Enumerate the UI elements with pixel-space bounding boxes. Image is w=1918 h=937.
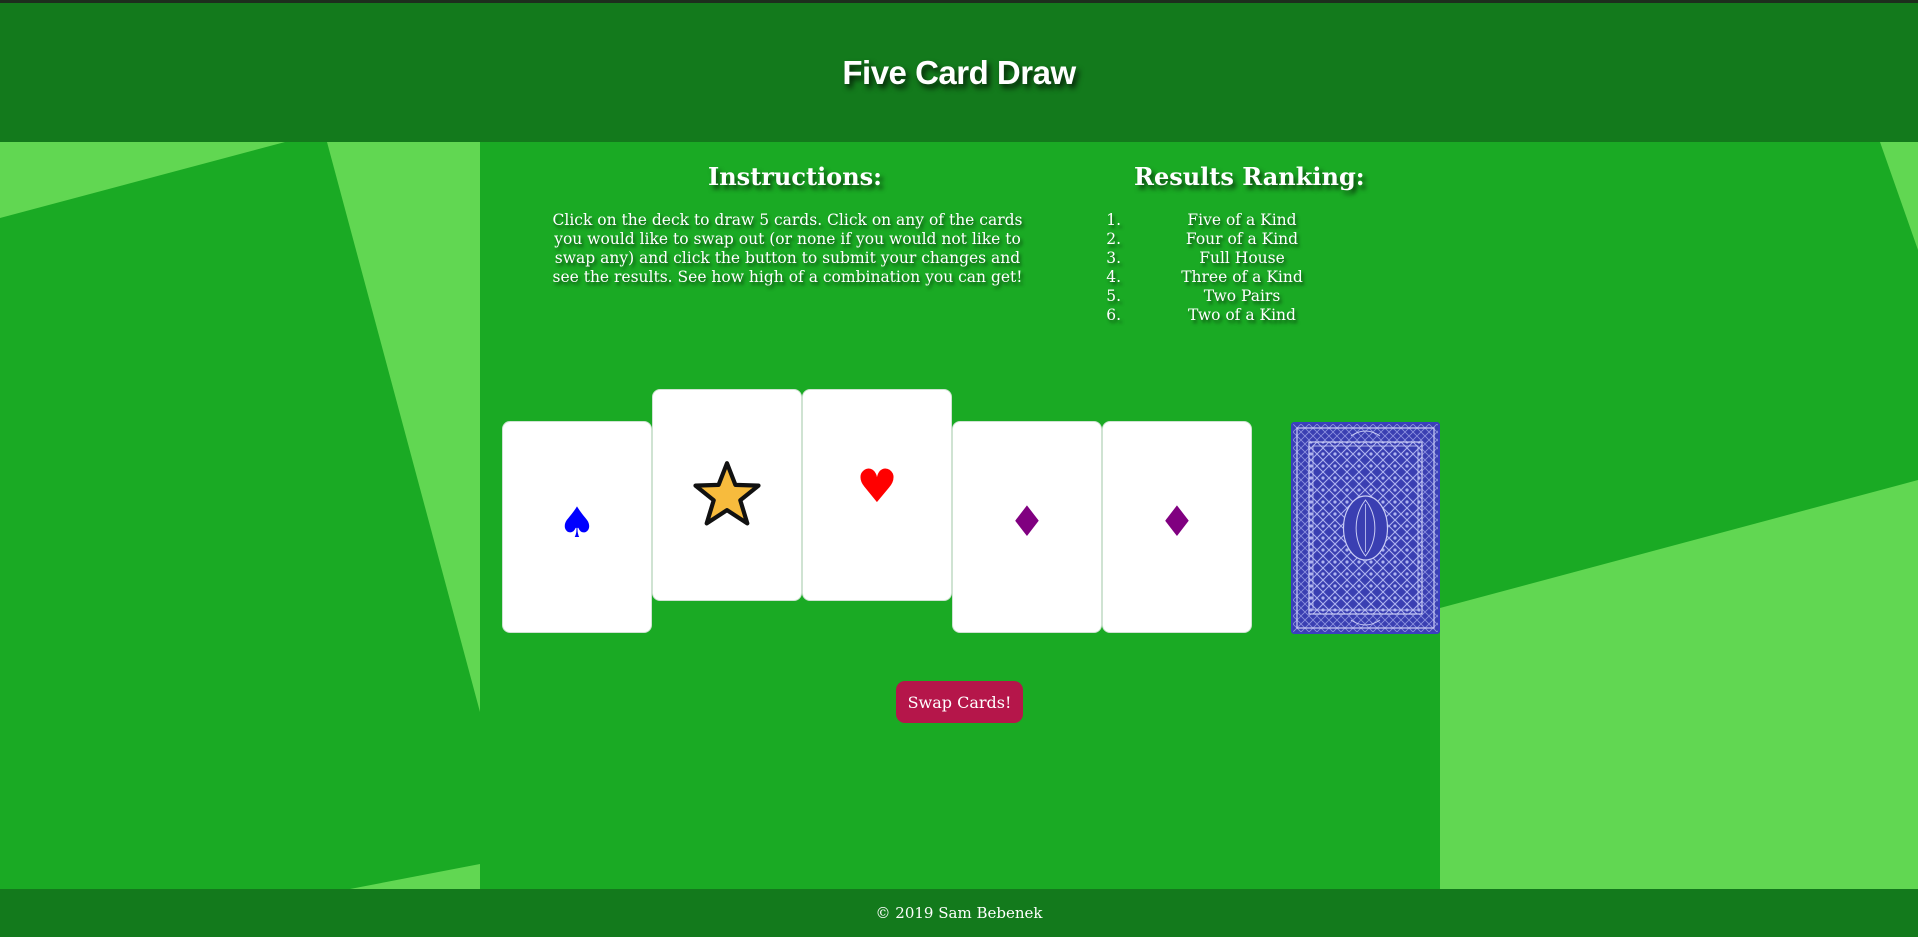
ranking-label: Four of a Kind — [1185, 230, 1299, 248]
swap-cards-button[interactable]: Swap Cards! — [896, 681, 1023, 723]
ranking-item: 5. Two Pairs — [1095, 287, 1335, 306]
star-icon — [693, 461, 761, 526]
instructions-title: Instructions: — [708, 162, 883, 191]
game-board: Instructions: Click on the deck to draw … — [480, 142, 1440, 889]
diamond-icon: ♦ — [1158, 497, 1196, 546]
diamond-icon: ♦ — [1008, 497, 1046, 546]
spade-icon: ♠ — [558, 498, 596, 547]
ranking-label: Two of a Kind — [1188, 306, 1296, 324]
ranking-title: Results Ranking: — [1134, 162, 1365, 191]
ranking-number: 5. — [1106, 287, 1121, 305]
page-title: Five Card Draw — [842, 54, 1076, 91]
card-back-pattern-icon — [1293, 424, 1438, 632]
ranking-number: 6. — [1106, 306, 1121, 324]
ranking-number: 1. — [1106, 211, 1121, 229]
ranking-number: 3. — [1106, 249, 1121, 267]
page-footer: © 2019 Sam Bebenek — [0, 889, 1918, 937]
heart-icon: ♥ — [856, 459, 898, 513]
deck[interactable] — [1291, 422, 1440, 634]
ranking-number: 4. — [1106, 268, 1121, 286]
card-2[interactable] — [652, 389, 802, 601]
ranking-item: 3. Full House — [1095, 249, 1335, 268]
ranking-item: 4. Three of a Kind — [1095, 268, 1335, 287]
ranking-item: 1. Five of a Kind — [1095, 211, 1335, 230]
card-4[interactable]: ♦ — [952, 421, 1102, 633]
ranking-label: Two Pairs — [1203, 287, 1281, 305]
card-5[interactable]: ♦ — [1102, 421, 1252, 633]
ranking-list: 1. Five of a Kind 2. Four of a Kind 3. Full… — [1095, 211, 1335, 325]
top-border — [0, 0, 1918, 3]
card-1[interactable]: ♠ — [502, 421, 652, 633]
ranking-label: Full House — [1199, 249, 1285, 267]
page-header: Five Card Draw — [0, 3, 1918, 142]
ranking-number: 2. — [1106, 230, 1121, 248]
ranking-label: Three of a Kind — [1181, 268, 1303, 286]
card-3[interactable]: ♥ — [802, 389, 952, 601]
copyright-text: © 2019 Sam Bebenek — [875, 904, 1043, 922]
ranking-item: 6. Two of a Kind — [1095, 306, 1335, 325]
ranking-item: 2. Four of a Kind — [1095, 230, 1335, 249]
instructions-text: Click on the deck to draw 5 cards. Click… — [552, 211, 1023, 286]
ranking-label: Five of a Kind — [1187, 211, 1297, 229]
